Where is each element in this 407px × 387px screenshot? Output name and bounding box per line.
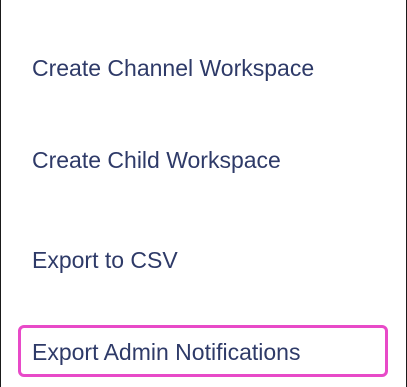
menu-item-create-channel-workspace[interactable]: Create Channel Workspace: [32, 54, 314, 82]
menu-item-export-to-csv[interactable]: Export to CSV: [32, 246, 178, 274]
actions-menu: Create Channel Workspace Create Child Wo…: [0, 0, 407, 387]
menu-item-create-child-workspace[interactable]: Create Child Workspace: [32, 146, 281, 174]
menu-item-export-admin-notifications[interactable]: Export Admin Notifications: [32, 338, 300, 366]
